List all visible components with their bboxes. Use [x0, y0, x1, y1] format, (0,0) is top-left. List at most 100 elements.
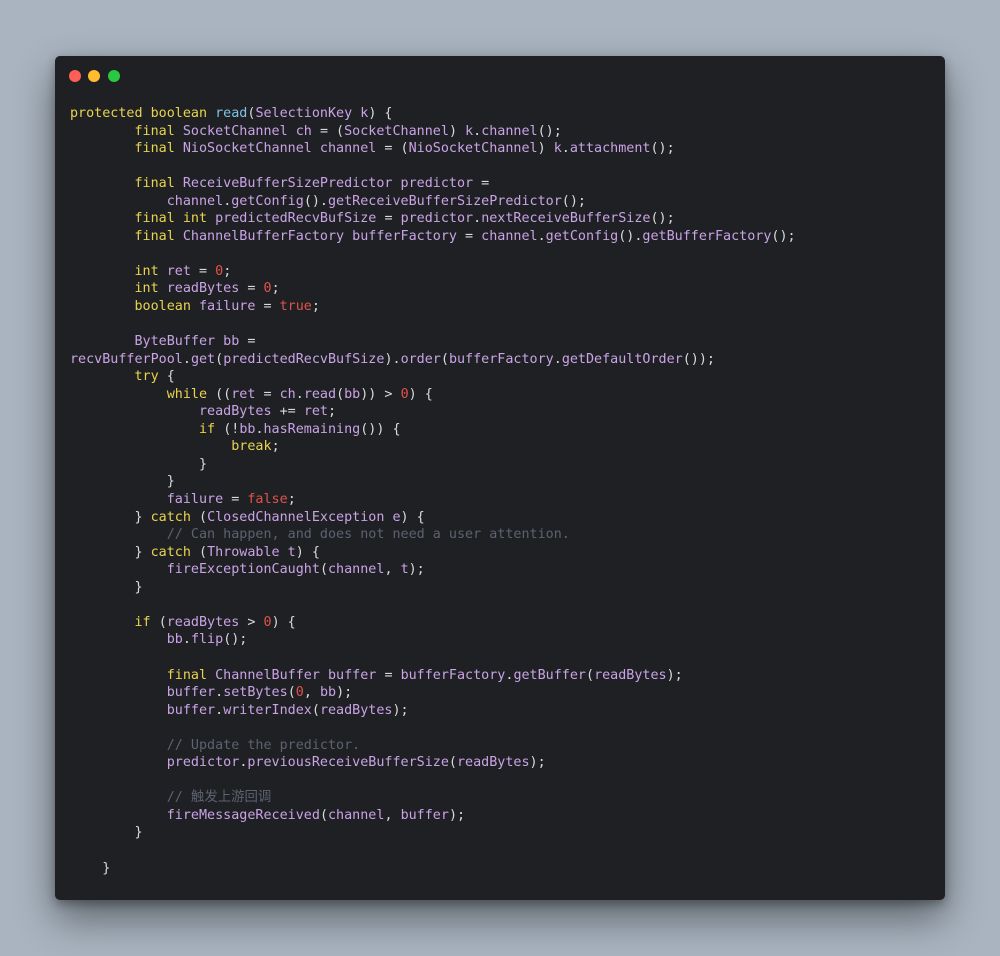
punctuation-token: ( [336, 386, 345, 402]
code-line: bb.flip(); [70, 631, 796, 649]
code-line: break; [70, 438, 796, 456]
maximize-window-button[interactable] [108, 70, 120, 82]
punctuation-token [70, 685, 167, 700]
code-line: while ((ret = ch.read(bb)) > 0) { [70, 386, 796, 404]
punctuation-token [70, 668, 167, 683]
minimize-window-button[interactable] [88, 70, 100, 82]
identifier-token: bb [239, 421, 256, 437]
punctuation-token: ( [440, 351, 449, 367]
punctuation-token: ); [448, 807, 466, 823]
punctuation-token: ( [448, 755, 457, 771]
identifier-token: writerIndex [223, 702, 312, 718]
code-line: channel.getConfig().getReceiveBufferSize… [70, 193, 796, 211]
identifier-token: predictedRecvBufSize [223, 351, 385, 367]
keyword-token: final [134, 141, 183, 157]
literal-token: false [247, 492, 288, 508]
punctuation-token [70, 176, 135, 191]
punctuation-token [70, 492, 167, 507]
punctuation-token: = ( [319, 123, 345, 139]
punctuation-token: . [215, 702, 224, 718]
punctuation-token: = [231, 492, 248, 508]
identifier-token: NioSocketChannel channel [182, 141, 385, 157]
identifier-token: ChannelBufferFactory bufferFactory [182, 228, 466, 244]
code-line: predictor.previousReceiveBufferSize(read… [70, 754, 796, 772]
identifier-token: fireMessageReceived [166, 807, 320, 823]
punctuation-token: = [384, 667, 401, 683]
identifier-token: SocketChannel [344, 123, 449, 139]
identifier-token: getDefaultOrder [561, 351, 683, 367]
punctuation-token: . [473, 123, 482, 139]
punctuation-token: = [384, 211, 401, 227]
punctuation-token: . [553, 351, 562, 367]
punctuation-token: ; [271, 439, 280, 455]
code-line: final SocketChannel ch = (SocketChannel)… [70, 123, 796, 141]
punctuation-token: > [247, 614, 264, 630]
close-window-button[interactable] [69, 70, 81, 82]
identifier-token: bb [319, 685, 337, 701]
punctuation-token: = [199, 263, 216, 279]
punctuation-token [70, 141, 135, 156]
code-line: // 触发上游回调 [70, 789, 796, 807]
code-line: final ReceiveBufferSizePredictor predict… [70, 175, 796, 193]
punctuation-token: += [279, 404, 304, 420]
punctuation-token: ) { [271, 614, 296, 630]
function-token: read [215, 106, 248, 121]
punctuation-token: ( [199, 544, 208, 560]
identifier-token: getBuffer [513, 667, 586, 683]
code-line: fireMessageReceived(channel, buffer); [70, 807, 796, 825]
punctuation-token: ); [666, 667, 683, 683]
punctuation-token: (( [215, 386, 232, 402]
comment-token: // Can happen, and does not need a user … [166, 527, 570, 543]
punctuation-token: (); [537, 123, 562, 139]
punctuation-token [70, 790, 167, 805]
identifier-token: ret [303, 404, 328, 420]
punctuation-token: (); [771, 228, 796, 244]
keyword-token: catch [150, 509, 199, 525]
punctuation-token [70, 422, 199, 437]
punctuation-token: } [70, 474, 175, 490]
identifier-token: getReceiveBufferSizePredictor [328, 193, 562, 209]
code-line: } catch (ClosedChannelException e) { [70, 509, 796, 527]
identifier-token: channel [166, 193, 224, 209]
punctuation-token: (). [618, 228, 643, 244]
punctuation-token: ( [199, 509, 208, 525]
code-line: fireExceptionCaught(channel, t); [70, 561, 796, 579]
punctuation-token: . [182, 632, 191, 648]
punctuation-token: ) { [400, 509, 425, 525]
code-line: ByteBuffer bb = [70, 333, 796, 351]
punctuation-token: (). [303, 193, 328, 209]
code-line: } [70, 473, 796, 491]
keyword-token: final [134, 123, 183, 139]
keyword-token: int [134, 281, 167, 297]
punctuation-token [70, 615, 135, 630]
identifier-token: k [553, 141, 562, 157]
identifier-token: NioSocketChannel [408, 141, 538, 157]
identifier-token: readBytes [456, 755, 530, 771]
punctuation-token: (! [223, 421, 240, 437]
code-line: } [70, 579, 796, 597]
punctuation-token: ( [319, 807, 328, 823]
punctuation-token [70, 281, 135, 296]
punctuation-token: ; [223, 263, 232, 279]
identifier-token: t [400, 562, 409, 578]
identifier-token: channel [328, 562, 385, 578]
identifier-token: Throwable t [207, 544, 296, 560]
punctuation-token: = [263, 299, 280, 315]
punctuation-token [70, 632, 167, 647]
identifier-token: ChannelBuffer buffer [215, 667, 385, 683]
punctuation-token: . [255, 421, 264, 437]
punctuation-token: } [70, 456, 208, 472]
identifier-token: attachment [569, 141, 651, 157]
punctuation-token [70, 211, 135, 226]
punctuation-token: = [465, 228, 482, 244]
keyword-token: if [199, 421, 224, 437]
punctuation-token [70, 369, 135, 384]
punctuation-token: , [303, 685, 320, 701]
punctuation-token: (); [650, 211, 675, 227]
identifier-token: ch [279, 386, 296, 402]
